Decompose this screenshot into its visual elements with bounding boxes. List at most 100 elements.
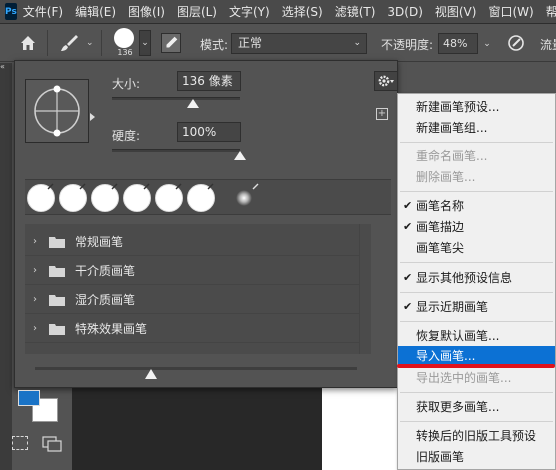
brush-stroke-icon xyxy=(111,183,118,190)
quick-mask-icon[interactable] xyxy=(12,436,28,450)
menu-item-restore-default-brushes[interactable]: 恢复默认画笔... xyxy=(398,326,555,346)
menu-select[interactable]: 选择(S) xyxy=(276,0,329,24)
recent-brush-7[interactable] xyxy=(236,190,252,206)
menu-item-new-brush-preset[interactable]: 新建画笔预设... xyxy=(398,97,555,117)
brush-tool-icon[interactable] xyxy=(58,32,80,54)
menu-item-import-brushes[interactable]: 导入画笔... xyxy=(398,346,555,366)
toggle-brush-settings-icon[interactable] xyxy=(161,33,181,53)
flow-label: 流量 xyxy=(540,38,556,52)
brush-panel-menu: 新建画笔预设... 新建画笔组... 重命名画笔... 删除画笔... ✔ 画笔名… xyxy=(397,93,556,470)
menu-item-legacy-brushes[interactable]: 旧版画笔 xyxy=(398,447,555,467)
menu-item-rename-brush[interactable]: 重命名画笔... xyxy=(398,146,555,166)
menu-item-show-recent-brushes[interactable]: ✔ 显示近期画笔 xyxy=(398,297,555,317)
size-slider-thumb[interactable] xyxy=(186,99,199,108)
preview-size-slider-thumb[interactable] xyxy=(145,369,157,379)
size-slider[interactable] xyxy=(112,97,240,100)
screen-mode-icon[interactable] xyxy=(42,436,62,452)
menu-item-label: 重命名画笔... xyxy=(416,149,488,163)
recent-brushes-row xyxy=(25,179,391,215)
menu-window[interactable]: 窗口(W) xyxy=(482,0,539,24)
gear-icon xyxy=(378,75,394,87)
folder-label: 干介质画笔 xyxy=(75,264,136,278)
brush-stroke-icon xyxy=(79,183,86,190)
new-preset-button[interactable]: + xyxy=(376,108,388,120)
home-icon[interactable] xyxy=(18,33,38,53)
brush-stroke-icon xyxy=(143,183,150,190)
size-label: 大小: xyxy=(112,77,141,91)
menu-3d[interactable]: 3D(D) xyxy=(381,0,428,24)
folder-label: 常规画笔 xyxy=(75,235,124,249)
photoshop-logo[interactable]: Ps xyxy=(5,3,17,20)
preview-size-slider[interactable] xyxy=(35,367,357,370)
opacity-dropdown[interactable]: ⌄ xyxy=(480,33,494,54)
brush-preset-panel: 大小: 136 像素 硬度: 100% + › 常规画笔 › 干介质画笔 › 湿… xyxy=(14,60,398,388)
pressure-opacity-icon[interactable] xyxy=(506,33,526,53)
options-separator xyxy=(47,30,48,56)
menu-item-brush-tip[interactable]: 画笔笔尖 xyxy=(398,238,555,258)
menu-item-show-preset-info[interactable]: ✔ 显示其他预设信息 xyxy=(398,268,555,288)
opacity-input[interactable]: 48% xyxy=(438,33,478,54)
mode-select[interactable]: 正常 ⌄ xyxy=(231,33,367,54)
hardness-slider[interactable] xyxy=(112,149,240,152)
panel-settings-button[interactable] xyxy=(374,71,398,91)
collapse-arrows-icon[interactable]: « xyxy=(0,63,14,71)
menu-help[interactable]: 帮 xyxy=(540,0,556,24)
menu-item-delete-brush[interactable]: 删除画笔... xyxy=(398,167,555,187)
menu-separator xyxy=(400,421,553,422)
chevron-right-icon[interactable]: › xyxy=(33,236,43,247)
menu-file[interactable]: 文件(F) xyxy=(17,0,69,24)
menu-item-export-selected-brushes[interactable]: 导出选中的画笔... xyxy=(398,368,555,388)
menu-separator xyxy=(400,142,553,143)
document-canvas[interactable] xyxy=(322,388,398,470)
menu-view[interactable]: 视图(V) xyxy=(429,0,483,24)
brush-folder-row[interactable]: › 特殊效果画笔 xyxy=(25,315,359,343)
size-input[interactable]: 136 像素 xyxy=(177,71,241,91)
menu-item-label: 导出选中的画笔... xyxy=(416,371,512,385)
checkmark-icon: ✔ xyxy=(403,220,413,233)
menu-item-brush-stroke[interactable]: ✔ 画笔描边 xyxy=(398,217,555,237)
brush-angle-roundness-icon[interactable] xyxy=(26,80,88,142)
menu-item-label: 导入画笔... xyxy=(416,349,476,363)
brush-stroke-icon xyxy=(47,183,54,190)
folder-label: 特殊效果画笔 xyxy=(75,322,148,336)
hardness-label: 硬度: xyxy=(112,129,141,143)
brush-tip-preview[interactable] xyxy=(25,79,89,143)
brush-stroke-icon xyxy=(207,183,214,190)
hardness-input[interactable]: 100% xyxy=(177,122,241,142)
foreground-color-swatch[interactable] xyxy=(18,390,40,406)
folder-icon xyxy=(49,236,65,248)
chevron-down-icon: ⌄ xyxy=(353,38,361,48)
brush-folder-row[interactable]: › 湿介质画笔 xyxy=(25,286,359,314)
menu-item-converted-legacy-presets[interactable]: 转换后的旧版工具预设 xyxy=(398,426,555,446)
menu-item-get-more-brushes[interactable]: 获取更多画笔... xyxy=(398,397,555,417)
canvas-area[interactable] xyxy=(72,388,322,470)
menu-separator xyxy=(400,292,553,293)
chevron-right-icon[interactable]: › xyxy=(33,265,43,276)
menu-type[interactable]: 文字(Y) xyxy=(223,0,276,24)
folder-icon xyxy=(49,294,65,306)
menu-image[interactable]: 图像(I) xyxy=(122,0,171,24)
hardness-slider-thumb[interactable] xyxy=(234,151,246,160)
brush-folder-row[interactable]: › 常规画笔 xyxy=(25,228,359,256)
menu-item-label: 显示其他预设信息 xyxy=(416,271,513,285)
menu-item-label: 画笔笔尖 xyxy=(416,241,465,255)
preview-arrow-icon[interactable] xyxy=(90,113,95,121)
menu-item-new-brush-group[interactable]: 新建画笔组... xyxy=(398,118,555,138)
brush-preset-dropdown[interactable]: ⌄ xyxy=(139,30,151,56)
chevron-right-icon[interactable]: › xyxy=(33,323,43,334)
options-separator xyxy=(101,30,102,56)
chevron-right-icon[interactable]: › xyxy=(33,294,43,305)
menu-separator xyxy=(400,392,553,393)
menu-filter[interactable]: 滤镜(T) xyxy=(329,0,382,24)
menu-bar: Ps 文件(F) 编辑(E) 图像(I) 图层(L) 文字(Y) 选择(S) 滤… xyxy=(0,0,556,24)
menu-item-brush-name[interactable]: ✔ 画笔名称 xyxy=(398,196,555,216)
folder-list-scrollbar[interactable] xyxy=(359,224,371,354)
chevron-down-icon[interactable]: ⌄ xyxy=(86,38,94,48)
brush-preset-preview[interactable] xyxy=(114,28,134,48)
menu-layer[interactable]: 图层(L) xyxy=(171,0,223,24)
brush-folder-row[interactable]: › 干介质画笔 xyxy=(25,257,359,285)
menu-item-label: 新建画笔预设... xyxy=(416,100,500,114)
checkmark-icon: ✔ xyxy=(403,271,413,284)
menu-item-label: 显示近期画笔 xyxy=(416,300,489,314)
menu-edit[interactable]: 编辑(E) xyxy=(69,0,122,24)
